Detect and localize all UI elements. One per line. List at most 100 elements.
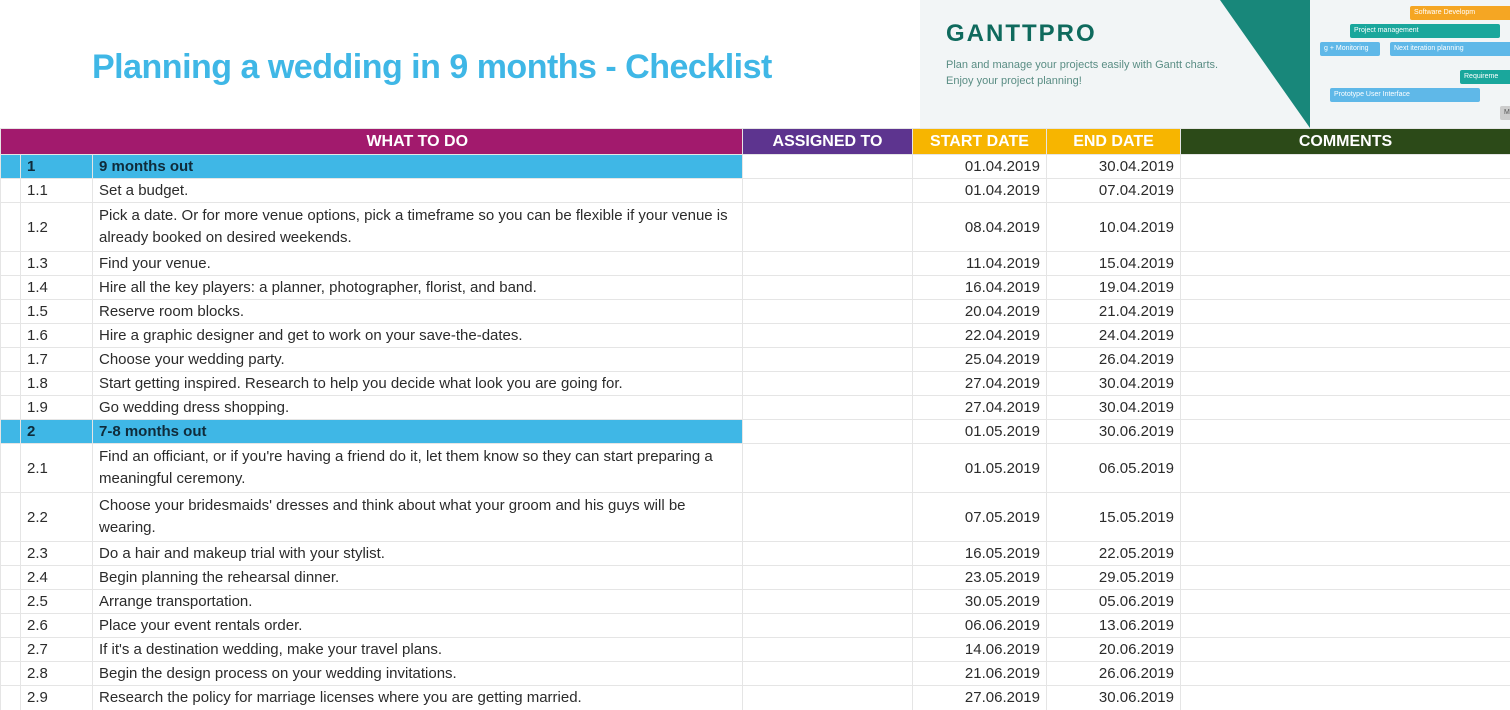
cell-end-date[interactable]: 07.04.2019	[1047, 179, 1181, 203]
cell-task[interactable]: Reserve room blocks.	[93, 300, 743, 324]
cell-end-date[interactable]: 30.04.2019	[1047, 372, 1181, 396]
cell-assigned[interactable]	[743, 542, 913, 566]
cell-assigned[interactable]	[743, 420, 913, 444]
cell-start-date[interactable]: 27.04.2019	[913, 396, 1047, 420]
cell-end-date[interactable]: 26.06.2019	[1047, 662, 1181, 686]
section-row[interactable]: 27-8 months out01.05.201930.06.2019	[1, 420, 1510, 444]
table-row[interactable]: 1.3Find your venue.11.04.201915.04.2019	[1, 252, 1510, 276]
cell-comments[interactable]	[1181, 420, 1510, 444]
cell-comments[interactable]	[1181, 348, 1510, 372]
cell-start-date[interactable]: 22.04.2019	[913, 324, 1047, 348]
cell-end-date[interactable]: 13.06.2019	[1047, 614, 1181, 638]
header-what-to-do[interactable]: WHAT TO DO	[93, 129, 743, 155]
cell-num[interactable]: 2.4	[21, 566, 93, 590]
cell-start-date[interactable]: 27.04.2019	[913, 372, 1047, 396]
table-row[interactable]: 1.6Hire a graphic designer and get to wo…	[1, 324, 1510, 348]
cell-start-date[interactable]: 08.04.2019	[913, 203, 1047, 252]
cell-end-date[interactable]: 21.04.2019	[1047, 300, 1181, 324]
cell-assigned[interactable]	[743, 252, 913, 276]
table-row[interactable]: 2.2Choose your bridesmaids' dresses and …	[1, 493, 1510, 542]
cell-end-date[interactable]: 20.06.2019	[1047, 638, 1181, 662]
cell-comments[interactable]	[1181, 252, 1510, 276]
header-comments[interactable]: COMMENTS	[1181, 129, 1510, 155]
cell-assigned[interactable]	[743, 662, 913, 686]
cell-task[interactable]: Begin planning the rehearsal dinner.	[93, 566, 743, 590]
cell-assigned[interactable]	[743, 686, 913, 710]
cell-task[interactable]: Hire a graphic designer and get to work …	[93, 324, 743, 348]
cell-task[interactable]: Research the policy for marriage license…	[93, 686, 743, 710]
cell-num[interactable]: 2.3	[21, 542, 93, 566]
cell-comments[interactable]	[1181, 396, 1510, 420]
cell-end-date[interactable]: 06.05.2019	[1047, 444, 1181, 493]
cell-assigned[interactable]	[743, 324, 913, 348]
cell-end-date[interactable]: 22.05.2019	[1047, 542, 1181, 566]
cell-start-date[interactable]: 21.06.2019	[913, 662, 1047, 686]
cell-num[interactable]: 1	[21, 155, 93, 179]
cell-end-date[interactable]: 15.04.2019	[1047, 252, 1181, 276]
cell-task[interactable]: If it's a destination wedding, make your…	[93, 638, 743, 662]
table-row[interactable]: 1.2Pick a date. Or for more venue option…	[1, 203, 1510, 252]
cell-task[interactable]: Pick a date. Or for more venue options, …	[93, 203, 743, 252]
cell-assigned[interactable]	[743, 348, 913, 372]
cell-start-date[interactable]: 25.04.2019	[913, 348, 1047, 372]
cell-num[interactable]: 2.1	[21, 444, 93, 493]
cell-end-date[interactable]: 30.04.2019	[1047, 396, 1181, 420]
cell-comments[interactable]	[1181, 372, 1510, 396]
cell-comments[interactable]	[1181, 686, 1510, 710]
cell-task[interactable]: Do a hair and makeup trial with your sty…	[93, 542, 743, 566]
table-row[interactable]: 2.5Arrange transportation.30.05.201905.0…	[1, 590, 1510, 614]
cell-task[interactable]: Place your event rentals order.	[93, 614, 743, 638]
cell-end-date[interactable]: 30.06.2019	[1047, 686, 1181, 710]
cell-num[interactable]: 1.9	[21, 396, 93, 420]
cell-task[interactable]: Begin the design process on your wedding…	[93, 662, 743, 686]
cell-end-date[interactable]: 30.04.2019	[1047, 155, 1181, 179]
header-start-date[interactable]: START DATE	[913, 129, 1047, 155]
cell-num[interactable]: 2.7	[21, 638, 93, 662]
cell-end-date[interactable]: 26.04.2019	[1047, 348, 1181, 372]
cell-end-date[interactable]: 05.06.2019	[1047, 590, 1181, 614]
cell-comments[interactable]	[1181, 203, 1510, 252]
cell-num[interactable]: 2.6	[21, 614, 93, 638]
cell-comments[interactable]	[1181, 590, 1510, 614]
cell-comments[interactable]	[1181, 493, 1510, 542]
cell-task[interactable]: Choose your bridesmaids' dresses and thi…	[93, 493, 743, 542]
cell-start-date[interactable]: 20.04.2019	[913, 300, 1047, 324]
cell-start-date[interactable]: 01.05.2019	[913, 420, 1047, 444]
cell-assigned[interactable]	[743, 155, 913, 179]
cell-num[interactable]: 1.5	[21, 300, 93, 324]
cell-num[interactable]: 1.3	[21, 252, 93, 276]
table-row[interactable]: 2.8Begin the design process on your wedd…	[1, 662, 1510, 686]
cell-task[interactable]: Set a budget.	[93, 179, 743, 203]
cell-task[interactable]: Go wedding dress shopping.	[93, 396, 743, 420]
table-row[interactable]: 2.3Do a hair and makeup trial with your …	[1, 542, 1510, 566]
cell-end-date[interactable]: 19.04.2019	[1047, 276, 1181, 300]
cell-task[interactable]: Arrange transportation.	[93, 590, 743, 614]
cell-comments[interactable]	[1181, 542, 1510, 566]
cell-task[interactable]: Start getting inspired. Research to help…	[93, 372, 743, 396]
cell-end-date[interactable]: 30.06.2019	[1047, 420, 1181, 444]
cell-num[interactable]: 1.1	[21, 179, 93, 203]
cell-num[interactable]: 2.5	[21, 590, 93, 614]
cell-assigned[interactable]	[743, 444, 913, 493]
cell-comments[interactable]	[1181, 300, 1510, 324]
cell-start-date[interactable]: 01.05.2019	[913, 444, 1047, 493]
table-row[interactable]: 1.4Hire all the key players: a planner, …	[1, 276, 1510, 300]
cell-num[interactable]: 2	[21, 420, 93, 444]
table-row[interactable]: 1.8Start getting inspired. Research to h…	[1, 372, 1510, 396]
cell-num[interactable]: 1.2	[21, 203, 93, 252]
table-row[interactable]: 2.6Place your event rentals order.06.06.…	[1, 614, 1510, 638]
cell-task[interactable]: Hire all the key players: a planner, pho…	[93, 276, 743, 300]
cell-num[interactable]: 2.8	[21, 662, 93, 686]
cell-comments[interactable]	[1181, 444, 1510, 493]
cell-comments[interactable]	[1181, 638, 1510, 662]
cell-task[interactable]: 9 months out	[93, 155, 743, 179]
cell-assigned[interactable]	[743, 638, 913, 662]
cell-start-date[interactable]: 16.04.2019	[913, 276, 1047, 300]
cell-comments[interactable]	[1181, 276, 1510, 300]
cell-num[interactable]: 2.9	[21, 686, 93, 710]
cell-comments[interactable]	[1181, 179, 1510, 203]
cell-end-date[interactable]: 15.05.2019	[1047, 493, 1181, 542]
cell-assigned[interactable]	[743, 590, 913, 614]
cell-assigned[interactable]	[743, 493, 913, 542]
table-row[interactable]: 2.7If it's a destination wedding, make y…	[1, 638, 1510, 662]
